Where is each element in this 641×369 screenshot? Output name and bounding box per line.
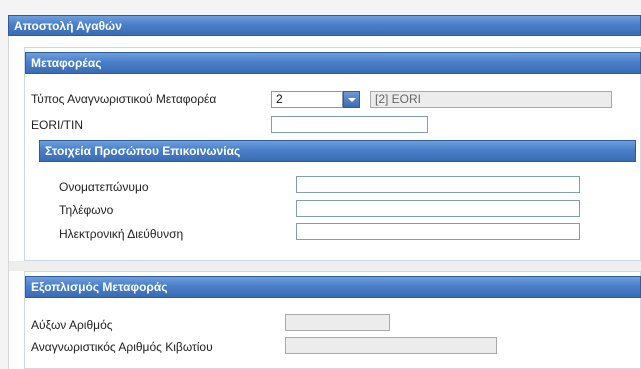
carrier-id-type-description: [2] EORI [370,91,612,108]
carrier-id-type-select[interactable]: 2 [271,91,343,108]
carrier-header: Μεταφορέας [25,52,641,74]
chevron-down-icon[interactable] [343,91,360,108]
contact-name-input[interactable] [296,176,580,193]
contact-phone-input[interactable] [296,200,580,217]
equipment-seq-input[interactable] [285,314,390,331]
contact-name-label: Ονοματεπώνυμο [59,180,149,194]
contact-email-input[interactable] [296,223,580,240]
contact-email-label: Ηλεκτρονική Διεύθυνση [59,227,184,241]
container-id-label: Αναγνωριστικός Αριθμός Κιβωτίου [31,340,213,354]
equipment-seq-label: Αύξων Αριθμός [31,318,113,332]
container-id-input[interactable] [285,337,497,354]
top-strip [0,0,641,15]
window-title: Αποστολή Αγαθών [8,15,641,36]
contact-header: Στοιχεία Προσώπου Επικοινωνίας [39,140,636,162]
section-gap [9,261,641,271]
eori-input[interactable] [271,116,428,133]
equipment-header: Εξοπλισμός Μεταφοράς [25,276,641,298]
contact-phone-label: Τηλέφωνο [59,203,114,217]
eori-label: EORI/TIN [31,118,84,132]
carrier-id-type-label: Τύπος Αναγνωριστικού Μεταφορέα [31,92,217,106]
